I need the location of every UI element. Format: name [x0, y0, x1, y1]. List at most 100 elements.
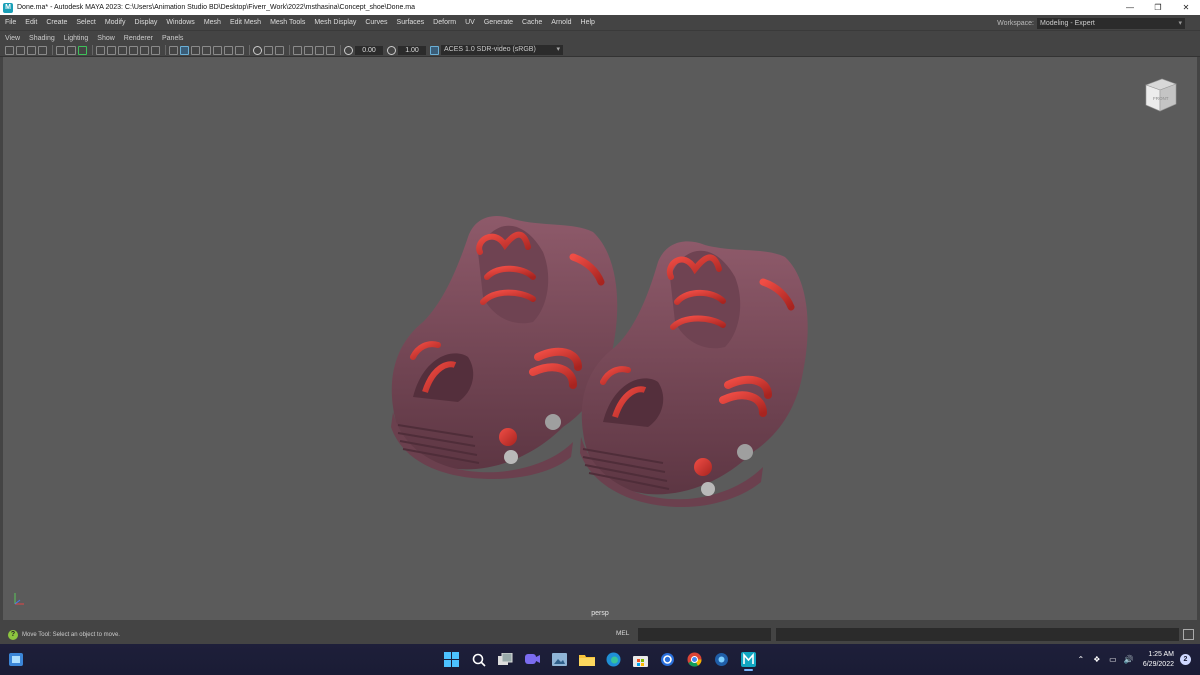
- notification-badge[interactable]: 2: [1180, 654, 1191, 665]
- menu-display[interactable]: Display: [129, 19, 161, 26]
- resolution-gate-icon[interactable]: [107, 45, 116, 55]
- isolate-select-icon[interactable]: [293, 45, 302, 55]
- menu-mesh[interactable]: Mesh: [199, 19, 225, 26]
- menu-mesh-display[interactable]: Mesh Display: [309, 19, 360, 26]
- search-icon[interactable]: [465, 648, 492, 671]
- view-transform-value: ACES 1.0 SDR-video (sRGB): [444, 46, 536, 53]
- menu-create[interactable]: Create: [41, 19, 71, 26]
- panel-menu-panels[interactable]: Panels: [157, 35, 187, 42]
- command-language-toggle[interactable]: MEL: [616, 630, 629, 637]
- shoe-model[interactable]: [383, 157, 823, 527]
- panel-menu-show[interactable]: Show: [92, 35, 119, 42]
- panel-menu-shading[interactable]: Shading: [24, 35, 59, 42]
- photos-icon[interactable]: [708, 648, 735, 671]
- smooth-shade-icon[interactable]: [180, 45, 189, 55]
- use-all-lights-icon[interactable]: [213, 45, 222, 55]
- menu-edit[interactable]: Edit: [20, 19, 41, 26]
- menu-curves[interactable]: Curves: [360, 19, 391, 26]
- panel-menu-view[interactable]: View: [0, 35, 24, 42]
- task-view-icon[interactable]: [492, 648, 519, 671]
- workspace-value: Modeling - Expert: [1040, 19, 1095, 27]
- view-transform-dropdown[interactable]: ACES 1.0 SDR-video (sRGB) ▾: [441, 45, 563, 55]
- camera-attributes-icon[interactable]: [16, 45, 25, 55]
- menu-help[interactable]: Help: [576, 19, 599, 26]
- grease-pencil-icon[interactable]: [56, 45, 65, 55]
- maya-icon[interactable]: [735, 648, 762, 671]
- panel-menu-renderer[interactable]: Renderer: [119, 35, 157, 42]
- gate-mask-icon[interactable]: [118, 45, 127, 55]
- window-title: Done.ma* - Autodesk MAYA 2023: C:\Users\…: [17, 4, 416, 11]
- menu-edit-mesh[interactable]: Edit Mesh: [225, 19, 265, 26]
- chat-icon[interactable]: [519, 648, 546, 671]
- toolbar-divider: [92, 45, 93, 55]
- menu-arnold[interactable]: Arnold: [546, 19, 575, 26]
- textured-icon[interactable]: [202, 45, 211, 55]
- axis-gizmo-icon: [14, 593, 24, 605]
- gamma-field[interactable]: 1.00: [398, 45, 426, 55]
- panel-menu-lighting[interactable]: Lighting: [59, 35, 93, 42]
- clock-time: 1:25 AM: [1148, 650, 1174, 658]
- safe-action-icon[interactable]: [140, 45, 149, 55]
- file-explorer-icon[interactable]: [573, 648, 600, 671]
- widgets-icon[interactable]: [9, 653, 23, 666]
- gamma-icon[interactable]: [387, 45, 396, 55]
- bookmark-icon[interactable]: [27, 45, 36, 55]
- workspace-dropdown[interactable]: Modeling - Expert ▾: [1037, 17, 1185, 29]
- menu-mesh-tools[interactable]: Mesh Tools: [265, 19, 309, 26]
- viewcube-icon[interactable]: FRONT: [1140, 75, 1180, 115]
- edge-icon[interactable]: [600, 648, 627, 671]
- panel-toolbar: 0.00 1.00 ACES 1.0 SDR-video (sRGB) ▾: [0, 44, 1200, 57]
- viewcube-face-label: FRONT: [1153, 96, 1169, 101]
- menu-surfaces[interactable]: Surfaces: [392, 19, 429, 26]
- grid-toggle-icon[interactable]: [78, 45, 87, 55]
- wireframe-icon[interactable]: [169, 45, 178, 55]
- start-icon[interactable]: [438, 648, 465, 671]
- media-icon[interactable]: [546, 648, 573, 671]
- image-plane-icon[interactable]: [38, 45, 47, 55]
- menu-uv[interactable]: UV: [460, 19, 479, 26]
- store-icon[interactable]: [627, 648, 654, 671]
- film-gate-icon[interactable]: [96, 45, 105, 55]
- exposure-icon[interactable]: [344, 45, 353, 55]
- menu-deform[interactable]: Deform: [428, 19, 460, 26]
- color-management-icon[interactable]: [430, 45, 439, 55]
- anti-aliasing-icon[interactable]: [264, 45, 273, 55]
- menu-generate[interactable]: Generate: [479, 19, 517, 26]
- safe-title-icon[interactable]: [151, 45, 160, 55]
- menu-select[interactable]: Select: [71, 19, 99, 26]
- chrome-icon[interactable]: [681, 648, 708, 671]
- two-d-pan-icon[interactable]: [67, 45, 76, 55]
- panel-menu-bar: View Shading Lighting Show Renderer Pane…: [0, 32, 1200, 44]
- volume-icon[interactable]: 🔊: [1123, 654, 1135, 666]
- motion-blur-icon[interactable]: [253, 45, 262, 55]
- wireframe-on-shaded-icon[interactable]: [191, 45, 200, 55]
- xray-icon[interactable]: [304, 45, 313, 55]
- command-input[interactable]: [638, 628, 771, 641]
- minimize-button[interactable]: —: [1116, 0, 1144, 15]
- restore-button[interactable]: ❐: [1144, 0, 1172, 15]
- help-line-text: Move Tool: Select an object to move.: [22, 632, 120, 638]
- xray-active-components-icon[interactable]: [315, 45, 324, 55]
- dropbox-icon[interactable]: ❖: [1091, 654, 1103, 666]
- script-editor-button[interactable]: [1183, 629, 1194, 640]
- toolbar-divider: [340, 45, 341, 55]
- select-camera-icon[interactable]: [5, 45, 14, 55]
- xray-joints-icon[interactable]: [326, 45, 335, 55]
- shadows-icon[interactable]: [224, 45, 233, 55]
- menu-windows[interactable]: Windows: [161, 19, 198, 26]
- maya-app-icon[interactable]: M: [3, 2, 13, 13]
- settings-icon[interactable]: [654, 648, 681, 671]
- exposure-field[interactable]: 0.00: [355, 45, 383, 55]
- clock[interactable]: 1:25 AM 6/29/2022: [1143, 650, 1174, 670]
- chevron-up-icon[interactable]: ⌃: [1075, 654, 1087, 666]
- close-button[interactable]: ✕: [1172, 0, 1200, 15]
- ambient-occlusion-icon[interactable]: [235, 45, 244, 55]
- menu-cache[interactable]: Cache: [517, 19, 546, 26]
- network-icon[interactable]: ▭: [1107, 654, 1119, 666]
- field-chart-icon[interactable]: [129, 45, 138, 55]
- perspective-viewport[interactable]: FRONT persp: [3, 57, 1197, 620]
- menu-modify[interactable]: Modify: [100, 19, 130, 26]
- menu-file[interactable]: File: [0, 19, 20, 26]
- depth-of-field-icon[interactable]: [275, 45, 284, 55]
- main-menu-bar: File Edit Create Select Modify Display W…: [0, 15, 1200, 31]
